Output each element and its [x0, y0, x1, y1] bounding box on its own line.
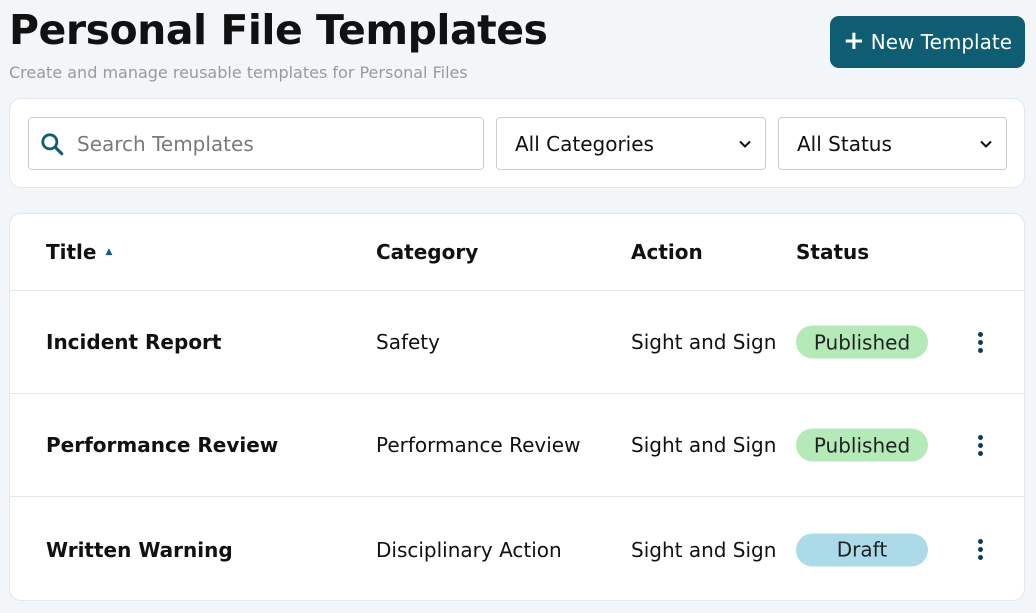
table-header: Title ▲ Category Action Status — [10, 214, 1024, 291]
chevron-down-icon — [739, 140, 751, 148]
category-select-value: All Categories — [515, 131, 654, 156]
table-row[interactable]: Incident Report Safety Sight and Sign Pu… — [10, 291, 1024, 394]
more-options-icon[interactable] — [966, 430, 994, 460]
search-input[interactable] — [77, 131, 483, 156]
row-action: Sight and Sign — [631, 537, 777, 562]
search-icon — [41, 132, 64, 155]
row-title[interactable]: Incident Report — [46, 330, 221, 354]
row-title[interactable]: Written Warning — [46, 538, 233, 562]
plus-icon: + — [842, 25, 865, 56]
column-header-action[interactable]: Action — [631, 240, 703, 264]
row-category: Safety — [376, 330, 440, 354]
column-header-title[interactable]: Title ▲ — [46, 240, 112, 264]
more-options-icon[interactable] — [966, 535, 994, 565]
status-select-value: All Status — [797, 131, 892, 156]
row-category: Performance Review — [376, 433, 581, 457]
status-select[interactable]: All Status — [778, 117, 1007, 170]
table-row[interactable]: Written Warning Disciplinary Action Sigh… — [10, 498, 1024, 600]
row-category: Disciplinary Action — [376, 537, 562, 562]
new-template-button[interactable]: + New Template — [830, 16, 1025, 68]
more-options-icon[interactable] — [966, 327, 994, 357]
templates-table: Title ▲ Category Action Status Incident … — [9, 213, 1025, 601]
category-select[interactable]: All Categories — [496, 117, 766, 170]
status-badge: Published — [796, 428, 928, 462]
page-subtitle: Create and manage reusable templates for… — [9, 63, 468, 82]
status-badge: Draft — [796, 533, 928, 566]
page-title: Personal File Templates — [9, 6, 548, 54]
row-action: Sight and Sign — [631, 433, 777, 457]
row-title[interactable]: Performance Review — [46, 433, 278, 457]
table-row[interactable]: Performance Review Performance Review Si… — [10, 394, 1024, 497]
chevron-down-icon — [980, 140, 992, 148]
column-header-category[interactable]: Category — [376, 240, 478, 264]
search-field[interactable] — [28, 117, 484, 170]
row-action: Sight and Sign — [631, 330, 777, 354]
column-header-status[interactable]: Status — [796, 240, 869, 264]
new-template-label: New Template — [870, 30, 1013, 54]
status-badge: Published — [796, 325, 928, 359]
sort-ascending-icon: ▲ — [105, 247, 113, 257]
filter-bar: All Categories All Status — [9, 98, 1025, 188]
